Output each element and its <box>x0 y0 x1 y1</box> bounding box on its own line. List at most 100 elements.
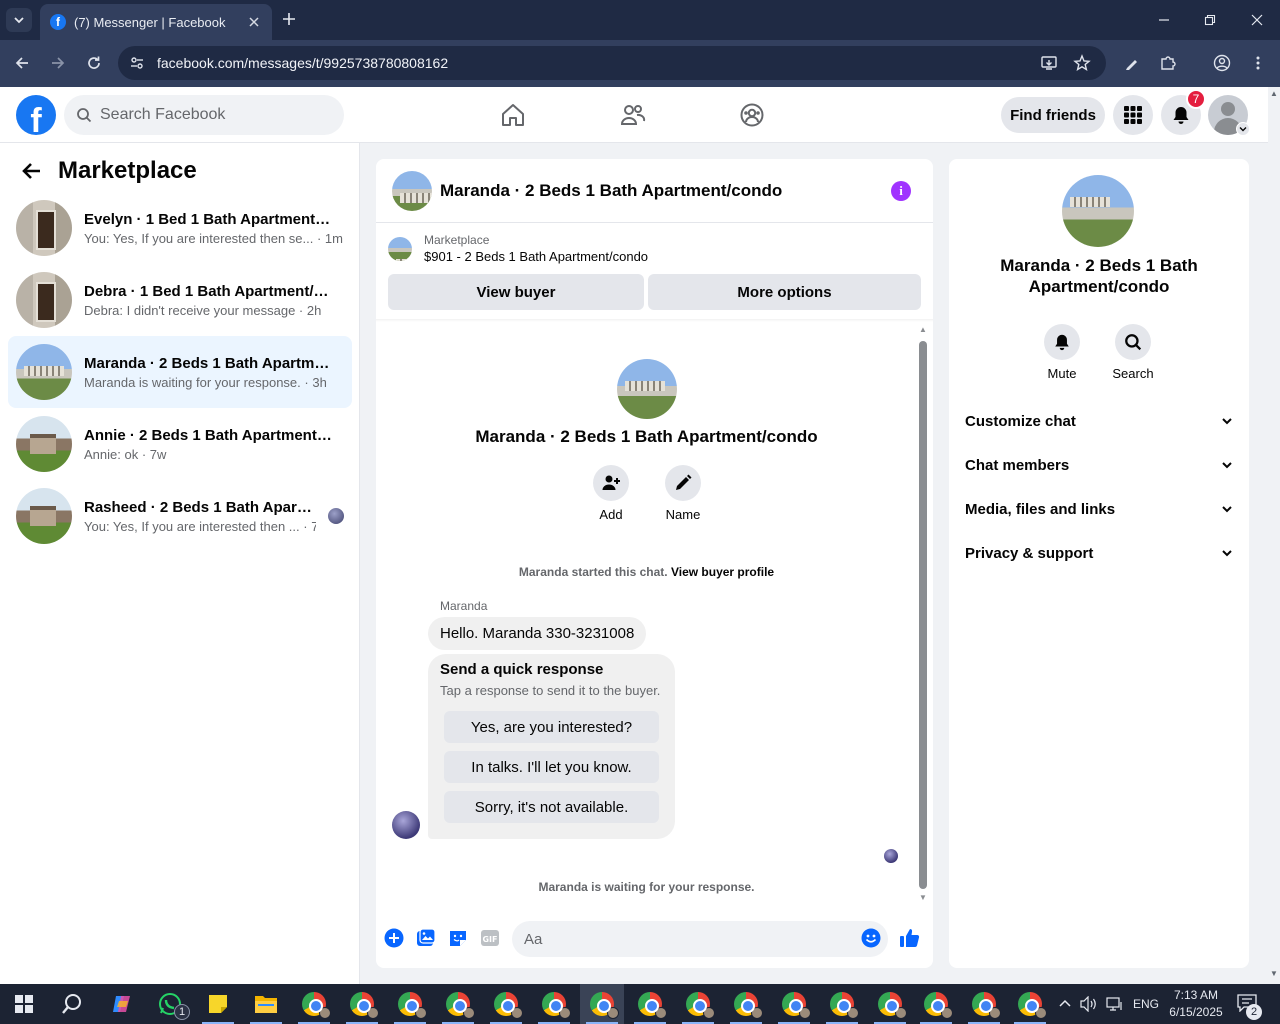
privacy-support-row[interactable]: Privacy & support <box>957 533 1241 573</box>
marketplace-listing-row[interactable]: Marketplace $901 - 2 Beds 1 Bath Apartme… <box>388 233 648 264</box>
taskbar-sticky-notes[interactable] <box>196 984 240 1024</box>
taskbar-chrome-profile-16[interactable] <box>1008 984 1052 1024</box>
add-label: Add <box>599 507 623 522</box>
profile-button[interactable] <box>1209 50 1235 76</box>
show-hidden-icons-button[interactable] <box>1058 984 1072 1024</box>
facebook-search-input[interactable] <box>100 106 320 124</box>
view-buyer-profile-link[interactable]: View buyer profile <box>671 565 774 579</box>
facebook-logo-icon[interactable]: f <box>16 95 56 135</box>
view-buyer-button[interactable]: View buyer <box>388 274 644 310</box>
conversation-item-rasheed[interactable]: Rasheed · 2 Beds 1 Bath Apartm... You: Y… <box>8 480 352 552</box>
friends-nav-button[interactable] <box>615 97 651 133</box>
language-indicator[interactable]: ENG <box>1133 984 1159 1024</box>
quick-response-title: Send a quick response <box>440 661 604 678</box>
taskbar-chrome-profile-14[interactable] <box>914 984 958 1024</box>
message-input[interactable] <box>512 921 888 957</box>
taskbar-clock[interactable]: 7:13 AM 6/15/2025 <box>1168 987 1224 1021</box>
taskbar-chrome-profile-1[interactable] <box>292 984 336 1024</box>
url-text[interactable]: facebook.com/messages/t/9925738780808162 <box>157 55 448 71</box>
attach-photo-button[interactable] <box>414 926 438 950</box>
gif-button[interactable]: GIF <box>478 926 502 950</box>
taskbar-chrome-profile-15[interactable] <box>962 984 1006 1024</box>
taskbar-chrome-profile-9[interactable] <box>676 984 720 1024</box>
reload-button[interactable] <box>81 50 107 76</box>
info-icon[interactable]: i <box>891 181 911 201</box>
scroll-down-arrow-icon[interactable]: ▼ <box>917 893 929 902</box>
groups-nav-button[interactable] <box>734 97 770 133</box>
send-like-button[interactable] <box>898 926 922 950</box>
taskbar-search-button[interactable] <box>50 984 94 1024</box>
install-app-button[interactable] <box>1039 53 1059 73</box>
browser-menu-button[interactable] <box>1245 50 1271 76</box>
back-button[interactable] <box>9 50 35 76</box>
emoji-button[interactable] <box>859 926 883 950</box>
volume-button[interactable] <box>1080 984 1098 1024</box>
conversation-item-evelyn[interactable]: Evelyn · 1 Bed 1 Bath Apartment/c... You… <box>8 192 352 264</box>
edit-name-action[interactable]: Name <box>653 465 713 522</box>
close-window-button[interactable] <box>1234 0 1280 40</box>
message-bubble[interactable]: Hello. Maranda 330-3231008 <box>428 617 647 650</box>
bookmark-button[interactable] <box>1072 53 1092 73</box>
network-icon <box>1106 997 1122 1011</box>
taskbar-chrome-profile-11[interactable] <box>772 984 816 1024</box>
minimize-button[interactable] <box>1141 0 1187 40</box>
taskbar-chrome-profile-13[interactable] <box>868 984 912 1024</box>
forward-button[interactable] <box>45 50 71 76</box>
quick-response-in-talks-button[interactable]: In talks. I'll let you know. <box>444 751 659 783</box>
conversation-item-annie[interactable]: Annie · 2 Beds 1 Bath Apartment/c... Ann… <box>8 408 352 480</box>
taskbar-copilot[interactable] <box>100 984 144 1024</box>
sticker-button[interactable] <box>446 926 470 950</box>
chat-title[interactable]: Maranda · 2 Beds 1 Bath Apartment/condo <box>440 181 782 201</box>
mute-action[interactable]: Mute <box>1032 324 1092 381</box>
network-button[interactable] <box>1106 984 1124 1024</box>
taskbar-chrome-profile-2[interactable] <box>340 984 384 1024</box>
more-actions-button[interactable] <box>382 926 406 950</box>
taskbar-chrome-profile-5[interactable] <box>484 984 528 1024</box>
site-info-button[interactable] <box>128 54 146 72</box>
account-caret-icon[interactable] <box>1236 122 1250 136</box>
conversation-item-maranda[interactable]: Maranda · 2 Beds 1 Bath Apartmen... Mara… <box>8 336 352 408</box>
add-people-action[interactable]: Add <box>581 465 641 522</box>
chat-members-row[interactable]: Chat members <box>957 445 1241 485</box>
start-button[interactable] <box>2 984 46 1024</box>
chevron-down-icon <box>1222 462 1232 469</box>
conversation-item-debra[interactable]: Debra · 1 Bed 1 Bath Apartment/co... Deb… <box>8 264 352 336</box>
pen-extension-button[interactable] <box>1119 50 1145 76</box>
search-chat-action[interactable]: Search <box>1103 324 1163 381</box>
taskbar-chrome-profile-8[interactable] <box>628 984 672 1024</box>
taskbar-chrome-profile-10[interactable] <box>724 984 768 1024</box>
taskbar-chrome-profile-3[interactable] <box>388 984 432 1024</box>
taskbar-chrome-profile-12[interactable] <box>820 984 864 1024</box>
back-arrow-button[interactable] <box>20 159 44 183</box>
quick-response-not-available-button[interactable]: Sorry, it's not available. <box>444 791 659 823</box>
taskbar-chrome-profile-6[interactable] <box>532 984 576 1024</box>
quick-response-interested-button[interactable]: Yes, are you interested? <box>444 711 659 743</box>
browser-tab-messenger[interactable]: f (7) Messenger | Facebook <box>40 4 272 40</box>
home-nav-button[interactable] <box>495 97 531 133</box>
more-options-button[interactable]: More options <box>648 274 921 310</box>
sender-avatar[interactable] <box>392 811 420 839</box>
media-files-links-row[interactable]: Media, files and links <box>957 489 1241 529</box>
facebook-search[interactable] <box>64 95 344 135</box>
taskbar-file-explorer[interactable] <box>244 984 288 1024</box>
reload-icon <box>88 56 100 69</box>
scroll-up-arrow-icon[interactable]: ▲ <box>1270 89 1278 98</box>
gif-icon: GIF <box>481 930 499 946</box>
page-scrollbar[interactable]: ▲ ▼ <box>1268 87 1280 984</box>
new-tab-button[interactable] <box>282 8 296 32</box>
taskbar-chrome-profile-4[interactable] <box>436 984 480 1024</box>
taskbar-whatsapp[interactable]: 1 <box>148 984 192 1024</box>
restore-button[interactable] <box>1187 0 1233 40</box>
address-bar[interactable]: facebook.com/messages/t/9925738780808162 <box>118 46 1106 80</box>
find-friends-button[interactable]: Find friends <box>1001 97 1105 133</box>
taskbar-chrome-profile-7-active[interactable] <box>580 984 624 1024</box>
extensions-button[interactable] <box>1155 50 1181 76</box>
customize-chat-row[interactable]: Customize chat <box>957 401 1241 441</box>
menu-button[interactable] <box>1113 95 1153 135</box>
chat-scrollbar-thumb[interactable] <box>919 341 927 889</box>
tab-close-button[interactable] <box>246 14 262 30</box>
chat-avatar[interactable] <box>392 171 432 211</box>
tab-search-button[interactable] <box>6 8 32 32</box>
scroll-down-arrow-icon[interactable]: ▼ <box>1270 969 1278 978</box>
scroll-up-arrow-icon[interactable]: ▲ <box>917 325 929 334</box>
